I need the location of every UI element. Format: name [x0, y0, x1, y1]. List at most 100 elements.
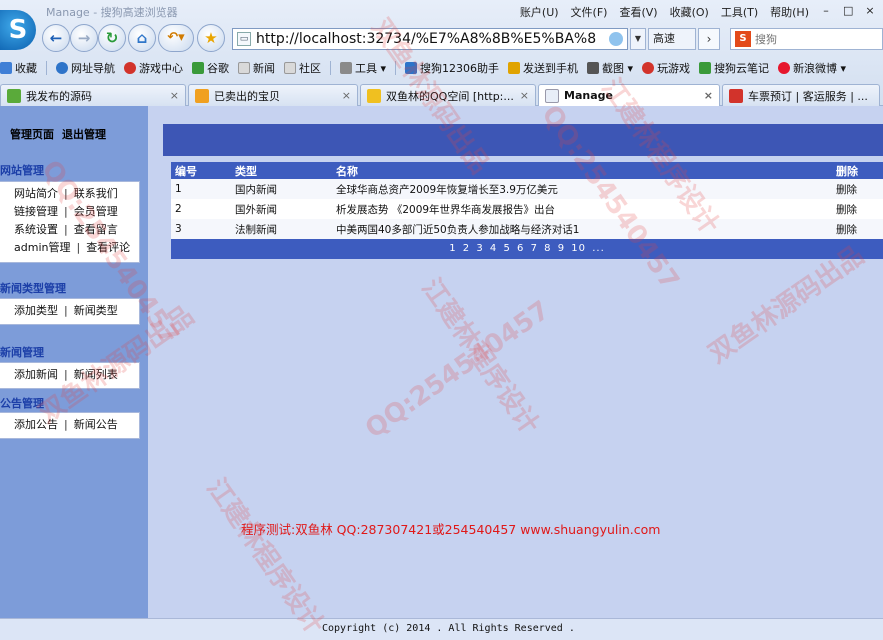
search-input[interactable]: [755, 32, 875, 46]
page-ellipsis: ...: [592, 243, 605, 254]
section-site-links: 网站简介 | 联系我们 链接管理 | 会员管理 系统设置 | 查看留言 admin管理 | 查看…: [0, 181, 140, 263]
page-link[interactable]: 7: [531, 243, 538, 254]
bookmark-favorites[interactable]: 收藏: [0, 60, 37, 76]
search-box[interactable]: S: [730, 28, 883, 50]
page-link[interactable]: 8: [544, 243, 551, 254]
toolbox-icon: [340, 62, 352, 74]
menu-help[interactable]: 帮助(H): [770, 4, 809, 20]
page-content: 管理页面 退出管理 网站管理 网站简介 | 联系我们 链接管理 | 会员管理 系统设置 |…: [0, 106, 883, 640]
page-link[interactable]: 4: [490, 243, 497, 254]
close-window-icon[interactable]: ×: [865, 4, 875, 20]
speed-mode-label: 高速: [653, 32, 675, 45]
menu-tools[interactable]: 工具(T): [721, 4, 758, 20]
page-link[interactable]: 3: [476, 243, 483, 254]
refresh-button[interactable]: ↻: [98, 24, 126, 52]
forward-button[interactable]: →: [70, 24, 98, 52]
cell-type: 法制新闻: [235, 223, 277, 236]
address-bar[interactable]: ▭: [232, 28, 628, 50]
link-system-settings[interactable]: 系统设置: [14, 221, 58, 239]
delete-link[interactable]: 删除: [833, 222, 883, 237]
page-link[interactable]: 9: [558, 243, 565, 254]
close-icon[interactable]: ×: [520, 89, 529, 102]
bookmark-12306[interactable]: 搜狗12306助手: [405, 60, 499, 76]
menu-file[interactable]: 文件(F): [571, 4, 608, 20]
tab-qq-space[interactable]: 双鱼林的QQ空间 [http:... ×: [360, 84, 536, 106]
minimize-icon[interactable]: –: [821, 4, 831, 20]
page-link[interactable]: 6: [517, 243, 524, 254]
bookmark-google[interactable]: 谷歌: [192, 60, 229, 76]
link-news-notices[interactable]: 新闻公告: [74, 416, 118, 434]
close-icon[interactable]: ×: [704, 89, 713, 102]
chevron-right-icon: ›: [706, 32, 712, 46]
page-link[interactable]: 1: [449, 243, 456, 254]
home-icon: ⌂: [136, 29, 148, 47]
speed-mode-button[interactable]: 高速: [648, 28, 696, 50]
bookmark-games[interactable]: 游戏中心: [124, 60, 183, 76]
tab-manage[interactable]: Manage ×: [538, 84, 720, 106]
compat-mode-icon[interactable]: [609, 32, 623, 46]
cell-name: 析发展态势 《2009年世界华商发展报告》出台: [336, 203, 556, 216]
bookmark-label: 谷歌: [207, 62, 229, 75]
address-dropdown-button[interactable]: ▼: [630, 28, 646, 50]
bookmark-weibo[interactable]: 新浪微博 ▾: [778, 60, 846, 76]
menu-view[interactable]: 查看(V): [619, 4, 657, 20]
admin-home-link[interactable]: 管理页面: [10, 126, 54, 142]
phone-icon: [508, 62, 521, 74]
tab-sold-items[interactable]: 已卖出的宝贝 ×: [188, 84, 358, 106]
page-link[interactable]: 10: [571, 243, 586, 254]
bookmark-news[interactable]: 新闻: [238, 60, 275, 76]
bookmark-play-games[interactable]: 玩游戏: [642, 60, 690, 76]
link-add-notice[interactable]: 添加公告: [14, 416, 58, 434]
link-site-intro[interactable]: 网站简介: [14, 185, 58, 203]
cell-id: 1: [175, 183, 182, 195]
cell-id: 2: [175, 203, 182, 215]
add-favorite-button[interactable]: ★: [197, 24, 225, 52]
page-link[interactable]: 5: [503, 243, 510, 254]
close-icon[interactable]: ×: [170, 89, 179, 102]
link-contact-us[interactable]: 联系我们: [74, 185, 118, 203]
bookmark-send-phone[interactable]: 发送到手机: [508, 60, 578, 76]
tab-my-source-code[interactable]: 我发布的源码 ×: [0, 84, 186, 106]
go-button[interactable]: ›: [698, 28, 720, 50]
bookmark-tools[interactable]: 工具 ▾: [340, 60, 386, 76]
bookmark-label: 玩游戏: [657, 62, 691, 75]
pen-icon: [699, 62, 712, 74]
cell-name: 中美两国40多部门近50负责人参加战略与经济对话1: [336, 223, 580, 236]
link-add-type[interactable]: 添加类型: [14, 302, 58, 320]
page-link[interactable]: 2: [463, 243, 470, 254]
link-view-messages[interactable]: 查看留言: [74, 221, 118, 239]
section-news-type-links: 添加类型 | 新闻类型: [0, 298, 140, 325]
bookmark-divider: [330, 61, 331, 75]
bookmark-screenshot[interactable]: 截图 ▾: [587, 60, 633, 76]
delete-link[interactable]: 删除: [833, 182, 883, 197]
menu-favorites[interactable]: 收藏(O): [670, 4, 709, 20]
close-icon[interactable]: ×: [342, 89, 351, 102]
link-manage-members[interactable]: 会员管理: [74, 203, 118, 221]
link-view-comments[interactable]: 查看评论: [86, 239, 130, 257]
link-add-news[interactable]: 添加新闻: [14, 366, 58, 384]
delete-link[interactable]: 删除: [833, 202, 883, 217]
maximize-icon[interactable]: □: [843, 4, 853, 20]
link-divider: |: [64, 187, 68, 200]
logout-link[interactable]: 退出管理: [62, 126, 106, 142]
link-manage-links[interactable]: 链接管理: [14, 203, 58, 221]
bookmark-community[interactable]: 社区: [284, 60, 321, 76]
link-admin-manage[interactable]: admin管理: [14, 239, 70, 257]
tab-train-tickets[interactable]: 车票预订 | 客运服务 | ...: [722, 84, 880, 106]
bookmark-cloud-notes[interactable]: 搜狗云笔记: [699, 60, 769, 76]
home-button[interactable]: ⌂: [128, 24, 156, 52]
bookmark-label: 新浪微博: [793, 62, 838, 75]
bookmark-nav[interactable]: 网址导航: [56, 60, 115, 76]
undo-close-button[interactable]: ↶▾: [158, 24, 194, 52]
cell-type: 国内新闻: [235, 183, 277, 196]
arrow-left-icon: ←: [49, 29, 63, 47]
back-button[interactable]: ←: [42, 24, 70, 52]
link-news-types[interactable]: 新闻类型: [74, 302, 118, 320]
menu-account[interactable]: 账户(U): [520, 4, 559, 20]
cell-id: 3: [175, 223, 182, 235]
link-news-list[interactable]: 新闻列表: [74, 366, 118, 384]
header-type: 类型: [235, 164, 257, 178]
address-input[interactable]: [256, 31, 596, 47]
sogou-logo-icon: S: [0, 10, 36, 50]
sogou-search-icon: S: [735, 31, 751, 47]
